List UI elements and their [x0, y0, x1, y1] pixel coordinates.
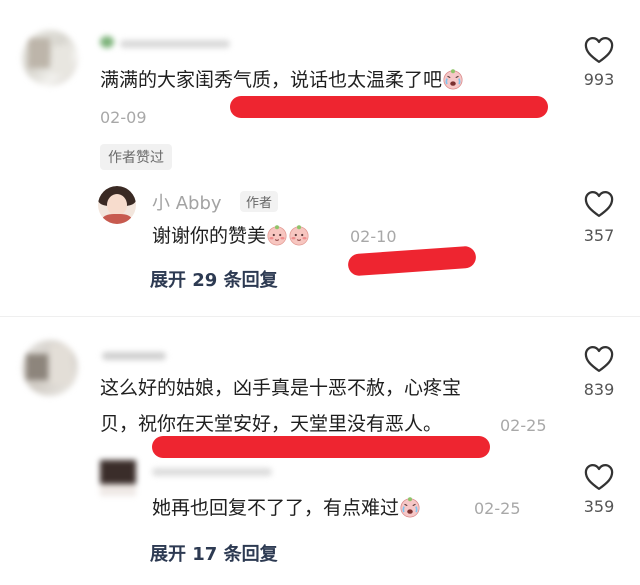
- redaction-mark: [230, 96, 548, 118]
- author-name[interactable]: 小 Abby: [152, 189, 222, 215]
- like-count: 357: [583, 226, 615, 245]
- comment-date: 02-09: [100, 108, 147, 127]
- commenter-name-redacted[interactable]: [102, 348, 172, 362]
- commenter-avatar[interactable]: [22, 30, 78, 86]
- comment-text: 满满的大家闺秀气质，说话也太温柔了吧: [100, 64, 464, 96]
- author-liked-badge: 作者赞过: [100, 144, 172, 170]
- redaction-mark: [152, 436, 490, 458]
- redaction-mark: [347, 245, 477, 277]
- like-heart-icon[interactable]: [584, 463, 614, 491]
- reply-text-content: 她再也回复不了了，有点难过: [152, 497, 400, 519]
- reply-text: 谢谢你的赞美: [152, 220, 310, 252]
- reply-date: 02-10: [350, 227, 397, 246]
- crying-face-emoji-icon: [442, 68, 464, 90]
- like-count: 359: [583, 497, 615, 516]
- blushing-face-emoji-icon: [266, 224, 288, 246]
- like-heart-icon[interactable]: [584, 36, 614, 64]
- author-badge: 作者: [240, 191, 279, 212]
- expand-replies-link[interactable]: 展开 17 条回复: [150, 540, 278, 566]
- like-count: 839: [583, 380, 615, 399]
- like-heart-icon[interactable]: [584, 345, 614, 373]
- reply-avatar[interactable]: [100, 460, 136, 496]
- comment-text-content: 满满的大家闺秀气质，说话也太温柔了吧: [100, 69, 443, 91]
- comment-text-line: 这么好的姑娘，凶手真是十恶不赦，心疼宝: [100, 377, 462, 399]
- reply-text-content: 谢谢你的赞美: [152, 225, 267, 247]
- like-count: 993: [583, 70, 615, 89]
- reply-date: 02-25: [474, 499, 521, 518]
- author-avatar[interactable]: [98, 186, 136, 224]
- commenter-avatar[interactable]: [22, 340, 78, 396]
- comment-date: 02-25: [500, 416, 547, 435]
- comment-divider: [0, 316, 640, 317]
- crying-face-emoji-icon: [399, 496, 421, 518]
- like-heart-icon[interactable]: [584, 190, 614, 218]
- reply-name-redacted[interactable]: [152, 465, 292, 477]
- expand-replies-link[interactable]: 展开 29 条回复: [150, 266, 278, 292]
- blushing-face-emoji-icon: [288, 224, 310, 246]
- commenter-name-redacted[interactable]: [100, 36, 250, 50]
- reply-text: 她再也回复不了了，有点难过: [152, 492, 421, 524]
